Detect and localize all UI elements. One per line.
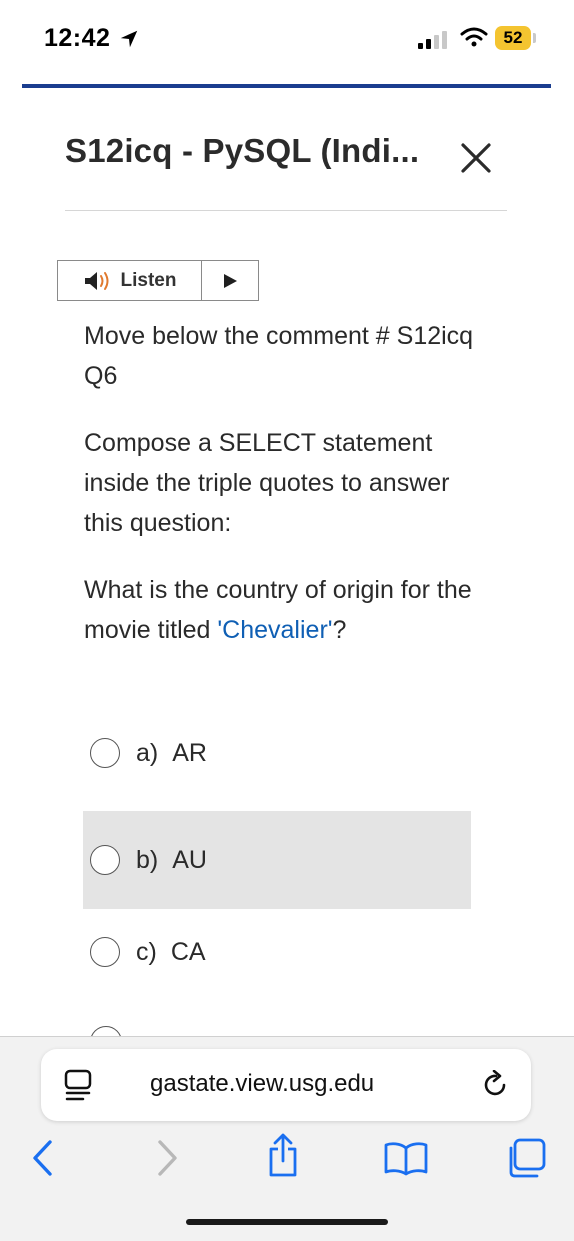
location-arrow-icon bbox=[121, 30, 138, 47]
question-mark: ? bbox=[332, 616, 347, 644]
tabs-icon[interactable] bbox=[505, 1137, 547, 1179]
listen-button[interactable]: Listen bbox=[58, 261, 202, 300]
dialog-title: S12icq - PySQL (Indi... bbox=[65, 132, 420, 169]
bookmarks-icon[interactable] bbox=[383, 1140, 429, 1176]
answer-option-a[interactable]: a) AR bbox=[83, 704, 471, 802]
speaker-icon bbox=[84, 271, 109, 290]
listen-control: Listen bbox=[57, 260, 259, 301]
home-indicator[interactable] bbox=[186, 1219, 388, 1225]
answer-option-b[interactable]: b) AU bbox=[83, 811, 471, 909]
answer-option-c[interactable]: c) CA bbox=[83, 903, 471, 1001]
forward-icon[interactable] bbox=[154, 1138, 180, 1178]
close-icon[interactable] bbox=[456, 138, 496, 178]
option-letter: b) bbox=[136, 845, 159, 874]
listen-play-button[interactable] bbox=[202, 261, 258, 300]
url-text[interactable]: gastate.view.usg.edu bbox=[150, 1070, 374, 1098]
status-bar: 12:42 52 bbox=[0, 0, 574, 80]
movie-title-highlight: 'Chevalier' bbox=[217, 616, 333, 644]
wifi-icon bbox=[460, 27, 488, 47]
radio-button-b[interactable] bbox=[90, 845, 120, 875]
option-value: AR bbox=[172, 738, 207, 767]
reload-icon[interactable] bbox=[481, 1070, 511, 1100]
battery-icon: 52 bbox=[495, 26, 531, 50]
back-icon[interactable] bbox=[30, 1138, 56, 1178]
play-icon bbox=[224, 273, 237, 288]
share-icon[interactable] bbox=[266, 1132, 300, 1178]
option-letter: c) bbox=[136, 937, 157, 966]
question-prompt: Compose a SELECT statement inside the tr… bbox=[84, 429, 450, 537]
option-value: AU bbox=[172, 845, 207, 874]
question-instruction: Move below the comment # S12icq Q6 bbox=[84, 322, 474, 390]
header-accent-rule bbox=[22, 84, 551, 88]
status-time: 12:42 bbox=[44, 24, 111, 52]
signal-icon bbox=[418, 31, 447, 49]
radio-button-c[interactable] bbox=[90, 937, 120, 967]
reader-icon[interactable] bbox=[63, 1068, 93, 1102]
listen-label: Listen bbox=[120, 269, 177, 291]
header-divider bbox=[65, 210, 507, 211]
option-letter: a) bbox=[136, 738, 159, 767]
battery-nub bbox=[533, 33, 536, 43]
radio-button-a[interactable] bbox=[90, 738, 120, 768]
status-time-group: 12:42 bbox=[44, 24, 140, 53]
question-body: What is the country of origin for the mo… bbox=[84, 570, 484, 650]
option-value: CA bbox=[170, 937, 206, 966]
